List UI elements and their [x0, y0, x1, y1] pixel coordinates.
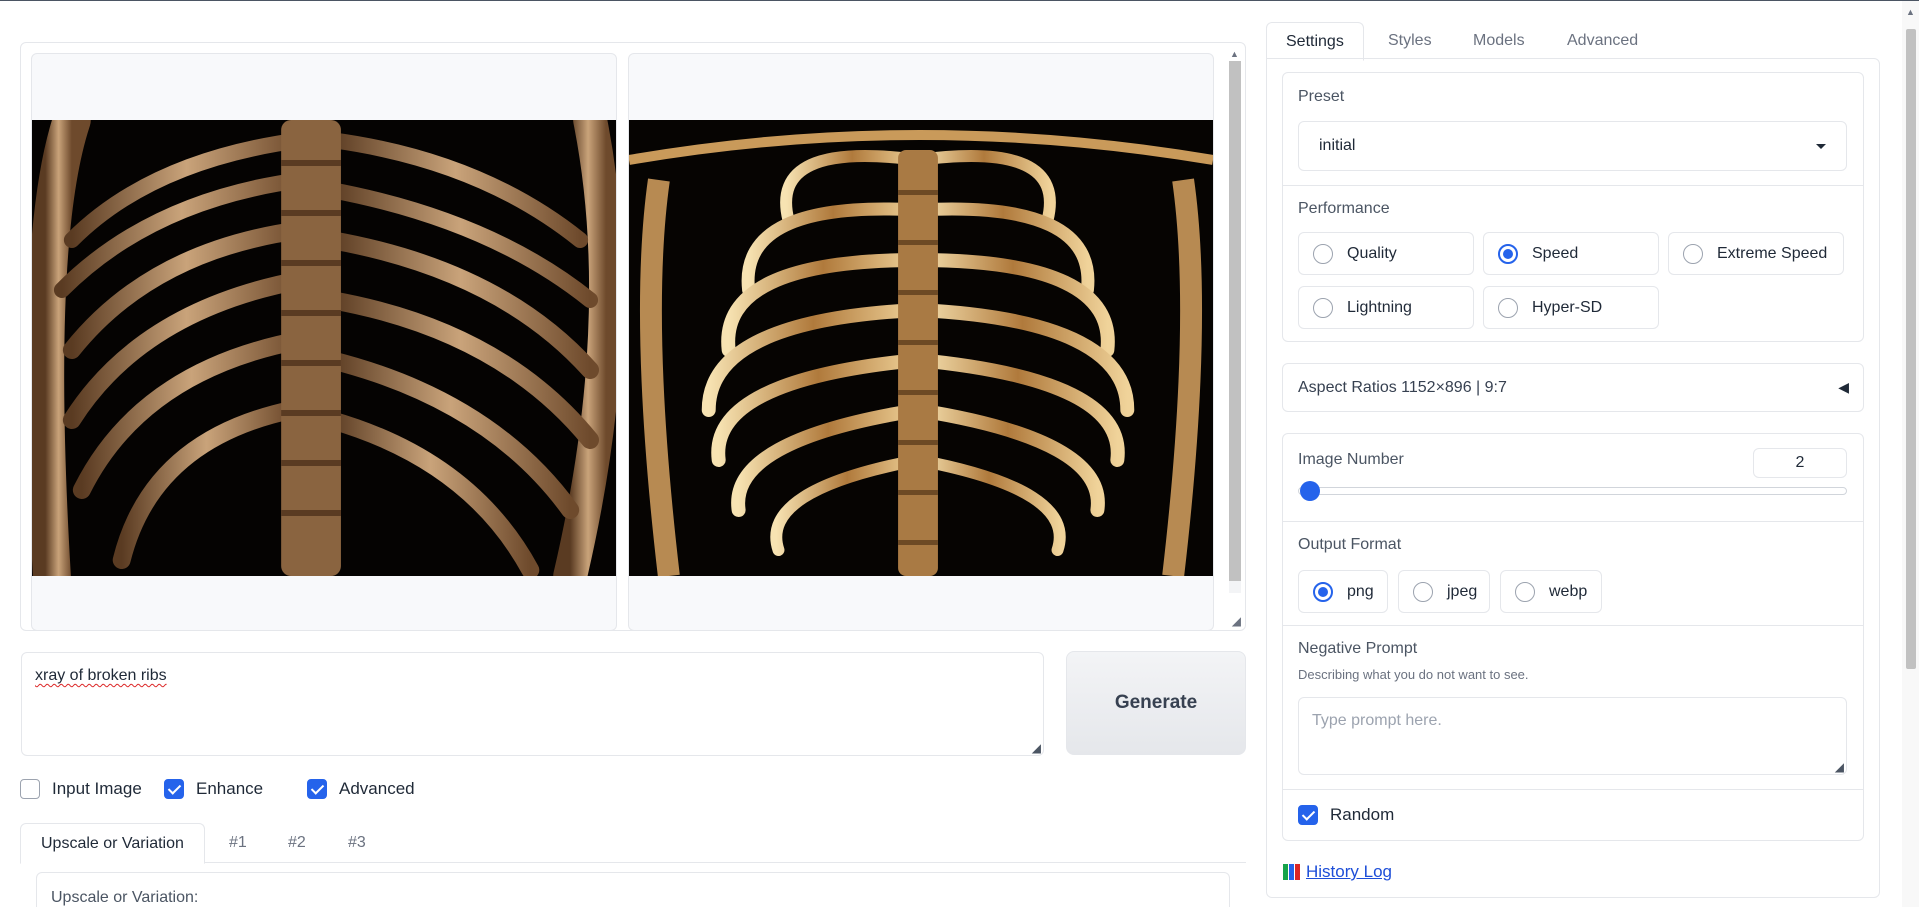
performance-option-hyper-sd[interactable]: Hyper-SD: [1483, 286, 1659, 329]
preset-label: Preset: [1298, 88, 1345, 105]
negative-prompt-placeholder: Type prompt here.: [1312, 712, 1442, 729]
gallery-image-2[interactable]: [628, 53, 1214, 631]
history-log-link[interactable]: History Log: [1283, 862, 1392, 882]
option-label: webp: [1549, 582, 1588, 600]
radio-icon[interactable]: [1498, 297, 1518, 318]
option-label: jpeg: [1447, 582, 1478, 600]
scroll-up-icon[interactable]: ▲: [1230, 49, 1239, 59]
upscale-or-variation-panel: Upscale or Variation:: [36, 872, 1230, 907]
input-image-checkbox[interactable]: Input Image: [20, 779, 142, 799]
chevron-down-icon: [1816, 143, 1826, 149]
performance-option-quality[interactable]: Quality: [1298, 232, 1474, 275]
collapse-arrow-icon[interactable]: ◀: [1838, 379, 1849, 396]
preset-performance-card: Preset initial Performance Quality Speed…: [1282, 72, 1864, 342]
tab-advanced[interactable]: Advanced: [1567, 22, 1638, 60]
scroll-up-icon[interactable]: ▲: [1906, 7, 1915, 17]
option-label: Speed: [1532, 244, 1579, 262]
negative-prompt-description: Describing what you do not want to see.: [1298, 667, 1529, 682]
aspect-ratios-accordion[interactable]: Aspect Ratios 1152×896 | 9:7 ◀: [1282, 363, 1864, 412]
tab-1[interactable]: #1: [229, 823, 247, 863]
radio-selected-icon[interactable]: [1313, 581, 1333, 602]
settings-tabs: Settings Styles Models Advanced: [1266, 22, 1880, 61]
ribcage-image-1: [32, 120, 616, 576]
advanced-checkbox[interactable]: Advanced: [307, 779, 415, 799]
tab-upscale-or-variation[interactable]: Upscale or Variation: [20, 823, 205, 864]
books-icon: [1283, 864, 1300, 880]
output-format-label: Output Format: [1298, 536, 1402, 553]
output-format-jpeg[interactable]: jpeg: [1398, 570, 1490, 613]
prompt-text: xray of broken ribs: [35, 667, 167, 684]
tab-models[interactable]: Models: [1473, 22, 1525, 60]
negative-prompt-input[interactable]: Type prompt here. ◢: [1298, 697, 1847, 775]
performance-option-extreme-speed[interactable]: Extreme Speed: [1668, 232, 1844, 275]
tab-styles[interactable]: Styles: [1388, 22, 1432, 60]
image-number-slider[interactable]: [1298, 487, 1847, 495]
option-label: png: [1347, 582, 1374, 600]
option-label: Extreme Speed: [1717, 244, 1828, 262]
output-format-webp[interactable]: webp: [1500, 570, 1602, 613]
generate-button[interactable]: Generate: [1066, 651, 1246, 755]
aspect-ratios-label: Aspect Ratios 1152×896 | 9:7: [1298, 378, 1507, 396]
image-number-input[interactable]: 2: [1753, 448, 1847, 478]
output-format-png[interactable]: png: [1298, 570, 1388, 613]
option-label: Quality: [1347, 244, 1397, 262]
history-log-label[interactable]: History Log: [1306, 862, 1392, 882]
radio-icon[interactable]: [1515, 581, 1535, 602]
page-scrollbar-thumb[interactable]: [1906, 29, 1916, 669]
page-scrollbar[interactable]: ▲: [1902, 1, 1919, 907]
resize-handle-icon[interactable]: ◢: [1232, 614, 1241, 628]
input-image-label: Input Image: [52, 779, 142, 798]
ribcage-image-2: [629, 120, 1213, 576]
gallery-scrollbar-thumb[interactable]: [1229, 61, 1241, 581]
tab-3[interactable]: #3: [348, 823, 366, 863]
checkbox-checked-icon[interactable]: [307, 779, 327, 799]
gallery-scrollbar[interactable]: ▲: [1227, 49, 1243, 617]
enhance-checkbox[interactable]: Enhance: [164, 779, 263, 799]
prompt-input[interactable]: xray of broken ribs ◢: [21, 652, 1044, 756]
random-label: Random: [1330, 805, 1395, 824]
performance-label: Performance: [1298, 200, 1390, 217]
resize-handle-icon[interactable]: ◢: [1032, 741, 1041, 755]
radio-icon[interactable]: [1313, 297, 1333, 318]
radio-icon[interactable]: [1413, 581, 1433, 602]
option-label: Lightning: [1347, 298, 1412, 316]
radio-selected-icon[interactable]: [1498, 243, 1518, 264]
checkbox-icon[interactable]: [20, 779, 40, 799]
image-number-label: Image Number: [1298, 451, 1404, 468]
slider-handle[interactable]: [1300, 481, 1320, 501]
option-label: Hyper-SD: [1532, 298, 1603, 316]
random-checkbox[interactable]: Random: [1298, 805, 1394, 825]
gallery-image-1[interactable]: [31, 53, 617, 631]
tab-2[interactable]: #2: [288, 823, 306, 863]
preset-dropdown[interactable]: initial: [1298, 121, 1847, 171]
resize-handle-icon[interactable]: ◢: [1835, 760, 1844, 774]
performance-option-lightning[interactable]: Lightning: [1298, 286, 1474, 329]
preset-value: initial: [1319, 137, 1356, 154]
radio-icon[interactable]: [1313, 243, 1333, 264]
upscale-or-variation-label: Upscale or Variation:: [51, 889, 199, 906]
radio-icon[interactable]: [1683, 243, 1703, 264]
checkbox-checked-icon[interactable]: [164, 779, 184, 799]
upscale-tabs: Upscale or Variation #1 #2 #3: [20, 823, 1246, 864]
generation-options-card: Image Number 2 Output Format png jpeg we…: [1282, 433, 1864, 841]
checkbox-checked-icon[interactable]: [1298, 805, 1318, 825]
image-gallery: ▲ ◢: [20, 42, 1246, 631]
enhance-label: Enhance: [196, 779, 264, 798]
negative-prompt-label: Negative Prompt: [1298, 640, 1418, 657]
tab-settings[interactable]: Settings: [1266, 22, 1364, 61]
performance-option-speed[interactable]: Speed: [1483, 232, 1659, 275]
advanced-label: Advanced: [339, 779, 415, 798]
